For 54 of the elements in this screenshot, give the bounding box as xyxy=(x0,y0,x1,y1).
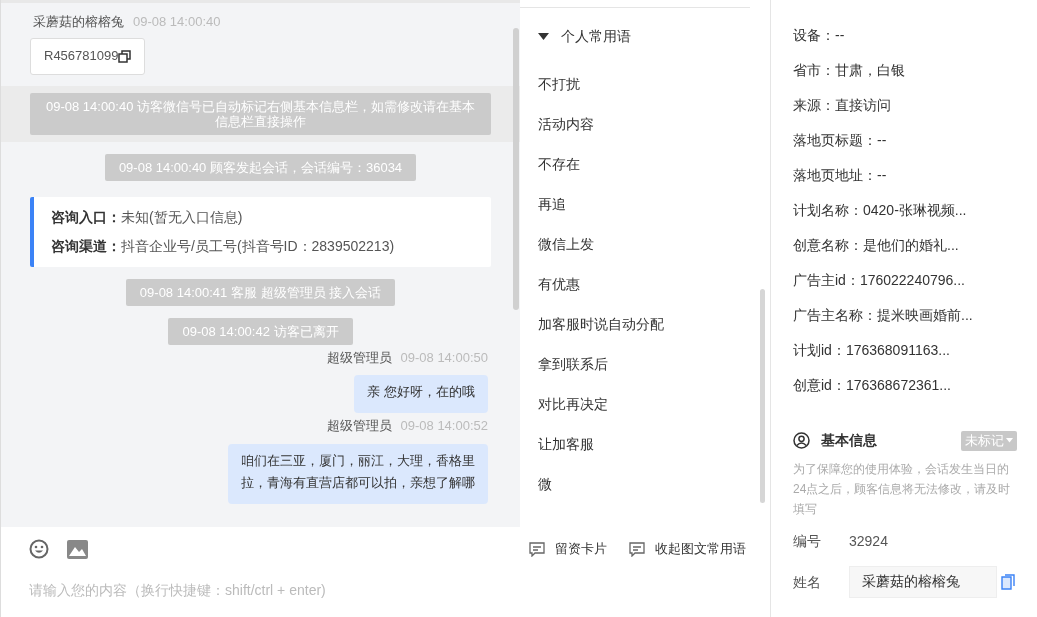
sender-name: 超级管理员 xyxy=(326,348,392,367)
field-label: 咨询渠道： xyxy=(51,236,121,256)
scrollbar[interactable] xyxy=(513,28,519,310)
timestamp: 09-08 14:00:40 xyxy=(133,13,221,31)
field-label: 咨询入口： xyxy=(51,207,121,227)
copy-icon[interactable] xyxy=(118,49,132,63)
phrase-item[interactable]: 微信上发 xyxy=(538,233,594,255)
info-row-text: 创意名称：是他们的婚礼... xyxy=(793,236,959,255)
info-row-text: 创意id：176368672361... xyxy=(793,376,951,395)
info-row-text: 广告主id：176022240796... xyxy=(793,271,965,290)
field-label: 姓名 xyxy=(793,572,822,592)
comment-icon xyxy=(529,541,545,557)
section-title: 基本信息 xyxy=(821,431,877,450)
user-icon xyxy=(793,432,810,449)
info-row-text: 落地页地址：-- xyxy=(793,166,887,185)
info-row-text: 落地页标题：-- xyxy=(793,131,887,150)
toolbar-button[interactable]: 收起图文常用语 xyxy=(629,539,746,559)
field-value: 32924 xyxy=(849,532,888,551)
phrase-item[interactable]: 拿到联系后 xyxy=(538,353,608,375)
info-row-text: 计划id：176368091163... xyxy=(793,341,950,360)
sender-name: 采蘑菇的榕榕兔 xyxy=(33,13,124,31)
info-row-text: 设备：-- xyxy=(793,26,845,45)
image-icon[interactable] xyxy=(67,539,88,559)
field-label: 编号 xyxy=(793,532,822,551)
info-row-text: 计划名称：0420-张琳视频... xyxy=(793,201,967,220)
message-input[interactable]: 请输入您的内容（换行快捷键：shift/ctrl + enter) xyxy=(29,580,742,601)
message-bubble: 咱们在三亚，厦门，丽江，大理，香格里 拉，青海有直营店都可以拍，亲想了解哪 xyxy=(228,443,488,504)
timestamp: 09-08 14:00:50 xyxy=(400,348,488,367)
phrase-item[interactable]: 活动内容 xyxy=(538,113,594,135)
phrase-item[interactable]: 微 xyxy=(538,473,552,495)
info-row-text: 广告主名称：提米映画婚前... xyxy=(793,306,973,325)
phrase-item[interactable]: 有优惠 xyxy=(538,273,580,295)
code-text: R456781099 xyxy=(44,47,119,66)
phrase-item[interactable]: 不打扰 xyxy=(538,73,580,95)
field-value: 抖音企业号/员工号(抖音号ID：2839502213) xyxy=(121,236,395,256)
field-value: 未知(暂无入口信息) xyxy=(121,207,243,227)
caret-icon xyxy=(1006,438,1013,443)
phrase-item[interactable]: 对比再决定 xyxy=(538,393,608,415)
info-row-text: 来源：直接访问 xyxy=(793,96,891,115)
toolbar-button[interactable]: 留资卡片 xyxy=(529,539,607,559)
emoji-icon[interactable] xyxy=(29,539,49,559)
info-row-text: 省市：甘肃，白银 xyxy=(793,61,905,80)
timestamp: 09-08 14:00:52 xyxy=(400,417,488,435)
scrollbar[interactable] xyxy=(760,289,765,503)
sender-name: 超级管理员 xyxy=(326,417,392,435)
phrase-item[interactable]: 让加客服 xyxy=(538,433,594,455)
notice-text: 为了保障您的使用体验，会话发生当日的24点之后，顾客信息将无法修改，请及时填写 xyxy=(793,461,1012,518)
phrases-header[interactable]: 个人常用语 xyxy=(538,26,631,47)
comment-icon xyxy=(629,541,645,557)
phrase-item[interactable]: 加客服时说自动分配 xyxy=(538,313,664,335)
phrase-item[interactable]: 不存在 xyxy=(538,153,580,175)
phrase-item[interactable]: 再追 xyxy=(538,193,566,215)
message-bubble: 亲 您好呀，在的哦 xyxy=(354,375,488,413)
name-input[interactable]: 采蘑菇的榕榕兔 xyxy=(849,566,997,598)
